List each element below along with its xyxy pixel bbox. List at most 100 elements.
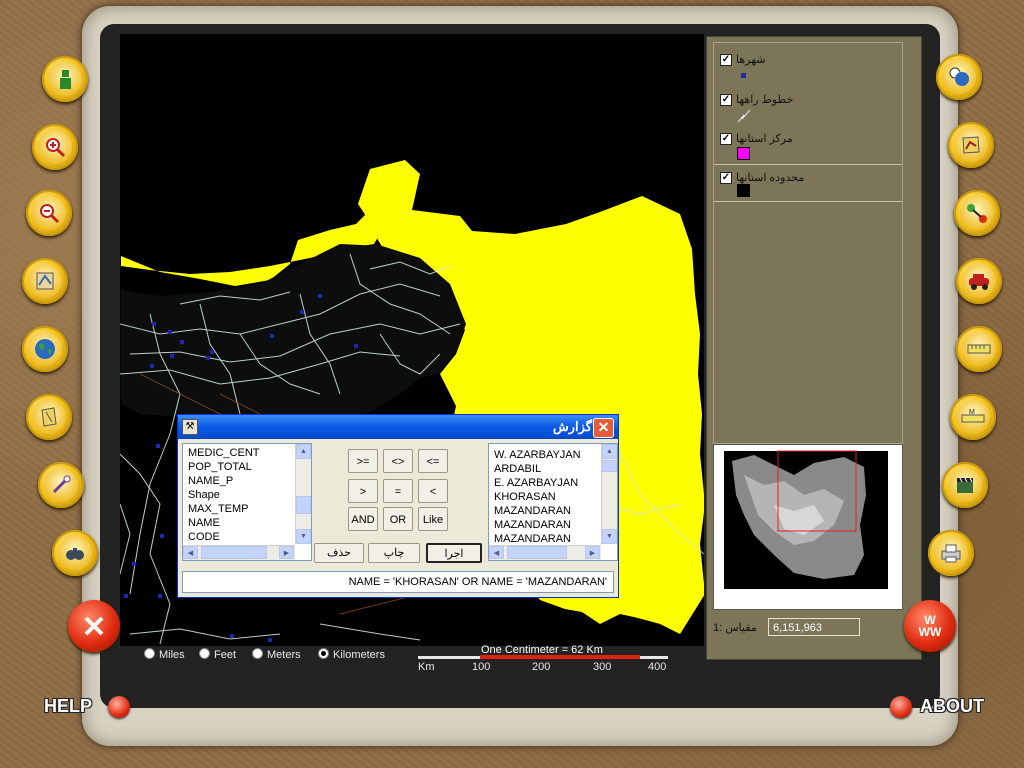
query-input[interactable]: NAME = 'KHORASAN' OR NAME = 'MAZANDARAN': [182, 571, 614, 593]
value-item[interactable]: KHORASAN: [489, 490, 617, 504]
clapperboard-icon: [957, 477, 973, 493]
values-listbox[interactable]: W. AZARBAYJAN ARDABIL E. AZARBAYJAN KHOR…: [488, 443, 618, 561]
zoom-out-button[interactable]: [26, 190, 72, 236]
op-gt-button[interactable]: >: [348, 479, 378, 503]
scroll-left-icon[interactable]: ◀: [183, 546, 198, 559]
zoom-in-icon: [46, 138, 66, 158]
route-map-button[interactable]: [948, 122, 994, 168]
field-item[interactable]: POP_TOTAL: [183, 460, 311, 474]
field-item[interactable]: NAME_P: [183, 474, 311, 488]
value-item[interactable]: ARDABIL: [489, 462, 617, 476]
layer-item-cities[interactable]: ✓ شهرها: [714, 47, 902, 85]
radio[interactable]: [199, 648, 210, 659]
unit-option-kilometers[interactable]: Kilometers: [318, 648, 385, 661]
fields-hscrollbar[interactable]: ◀ ▶: [183, 545, 295, 560]
field-item[interactable]: CODE: [183, 530, 311, 544]
unit-option-meters[interactable]: Meters: [252, 648, 301, 661]
car-button[interactable]: [956, 258, 1002, 304]
radio[interactable]: [318, 648, 329, 659]
path-icon: [967, 204, 987, 223]
layer-list: ✓ شهرها ✓ خطوط راهها ✓ مرکز استانها ✓ مح…: [713, 42, 903, 444]
value-item[interactable]: W. AZARBAYJAN: [489, 448, 617, 462]
ruler-icon: [967, 344, 991, 354]
delete-button[interactable]: حذف: [314, 543, 364, 563]
layer-item-province-centers[interactable]: ✓ مرکز استانها: [714, 126, 902, 164]
layer-divider: [714, 201, 902, 202]
op-eq-button[interactable]: =: [383, 479, 413, 503]
dialog-titlebar[interactable]: ⚒ گزارش ✕: [178, 415, 618, 439]
numbered-query-button[interactable]: [936, 54, 982, 100]
path-button[interactable]: [954, 190, 1000, 236]
scalebar-tick: 400: [648, 661, 667, 673]
run-button[interactable]: اجرا: [426, 543, 482, 563]
field-item[interactable]: MEDIC_CENT: [183, 446, 311, 460]
unit-option-feet[interactable]: Feet: [199, 648, 236, 661]
op-gte-button[interactable]: >=: [348, 449, 378, 473]
layer-checkbox[interactable]: ✓: [720, 94, 732, 106]
layer-item-roads[interactable]: ✓ خطوط راهها: [714, 87, 902, 125]
fields-vscrollbar[interactable]: ▲ ▼: [295, 444, 311, 544]
value-item[interactable]: MAZANDARAN: [489, 532, 617, 546]
value-item[interactable]: MAZANDARAN: [489, 518, 617, 532]
about-label[interactable]: ABOUT: [920, 696, 984, 717]
scroll-right-icon[interactable]: ▶: [585, 546, 600, 559]
app-icon: ⚒: [182, 419, 198, 435]
print-report-button[interactable]: چاپ: [368, 543, 420, 563]
globe-button[interactable]: [22, 326, 68, 372]
scroll-thumb[interactable]: [296, 496, 311, 514]
about-button[interactable]: [890, 696, 912, 718]
radio[interactable]: [144, 648, 155, 659]
info-button[interactable]: [42, 56, 88, 102]
scale-input[interactable]: 6,151,963: [768, 618, 860, 636]
print-button[interactable]: [928, 530, 974, 576]
scroll-left-icon[interactable]: ◀: [489, 546, 504, 559]
ruler-button[interactable]: [956, 326, 1002, 372]
www-button[interactable]: W WW: [904, 600, 956, 652]
pan-button[interactable]: [22, 258, 68, 304]
close-icon: [84, 616, 104, 636]
op-and-button[interactable]: AND: [348, 507, 378, 531]
scroll-up-icon[interactable]: ▲: [602, 444, 617, 459]
op-lt-button[interactable]: <: [418, 479, 448, 503]
overview-map[interactable]: [713, 444, 903, 610]
scroll-up-icon[interactable]: ▲: [296, 444, 311, 459]
field-item[interactable]: MAX_TEMP: [183, 502, 311, 516]
op-like-button[interactable]: Like: [418, 507, 448, 531]
scroll-thumb[interactable]: [507, 546, 567, 559]
www-label: W WW: [918, 613, 942, 639]
scroll-right-icon[interactable]: ▶: [279, 546, 294, 559]
dialog-close-button[interactable]: ✕: [593, 418, 614, 438]
help-label[interactable]: HELP: [44, 696, 92, 717]
layer-checkbox[interactable]: ✓: [720, 54, 732, 66]
movie-button[interactable]: [942, 462, 988, 508]
value-item[interactable]: MAZANDARAN: [489, 504, 617, 518]
field-item[interactable]: NAME: [183, 516, 311, 530]
op-neq-button[interactable]: <>: [383, 449, 413, 473]
value-item[interactable]: E. AZARBAYJAN: [489, 476, 617, 490]
help-button[interactable]: [108, 696, 130, 718]
exit-button[interactable]: [68, 600, 120, 652]
unit-label: Feet: [214, 649, 237, 661]
measure-map-button[interactable]: [26, 394, 72, 440]
scroll-down-icon[interactable]: ▼: [602, 529, 617, 544]
scale-ruler-button[interactable]: M: [950, 394, 996, 440]
unit-option-miles[interactable]: Miles: [144, 648, 185, 661]
scroll-thumb[interactable]: [201, 546, 267, 559]
layer-checkbox[interactable]: ✓: [720, 172, 732, 184]
op-lte-button[interactable]: <=: [418, 449, 448, 473]
radio[interactable]: [252, 648, 263, 659]
layer-checkbox[interactable]: ✓: [720, 133, 732, 145]
layer-item-province-boundaries[interactable]: ✓ محدوده استانها: [714, 165, 902, 203]
scroll-thumb[interactable]: [602, 460, 617, 472]
field-item[interactable]: Shape: [183, 488, 311, 502]
values-hscrollbar[interactable]: ◀ ▶: [489, 545, 601, 560]
binoculars-button[interactable]: [52, 530, 98, 576]
fields-listbox[interactable]: MEDIC_CENT POP_TOTAL NAME_P Shape MAX_TE…: [182, 443, 312, 561]
info-person-icon: [60, 70, 71, 89]
zoom-in-button[interactable]: [32, 124, 78, 170]
wand-button[interactable]: [38, 462, 84, 508]
values-vscrollbar[interactable]: ▲ ▼: [601, 444, 617, 544]
op-or-button[interactable]: OR: [383, 507, 413, 531]
scroll-down-icon[interactable]: ▼: [296, 529, 311, 544]
unit-label: Miles: [159, 649, 185, 661]
